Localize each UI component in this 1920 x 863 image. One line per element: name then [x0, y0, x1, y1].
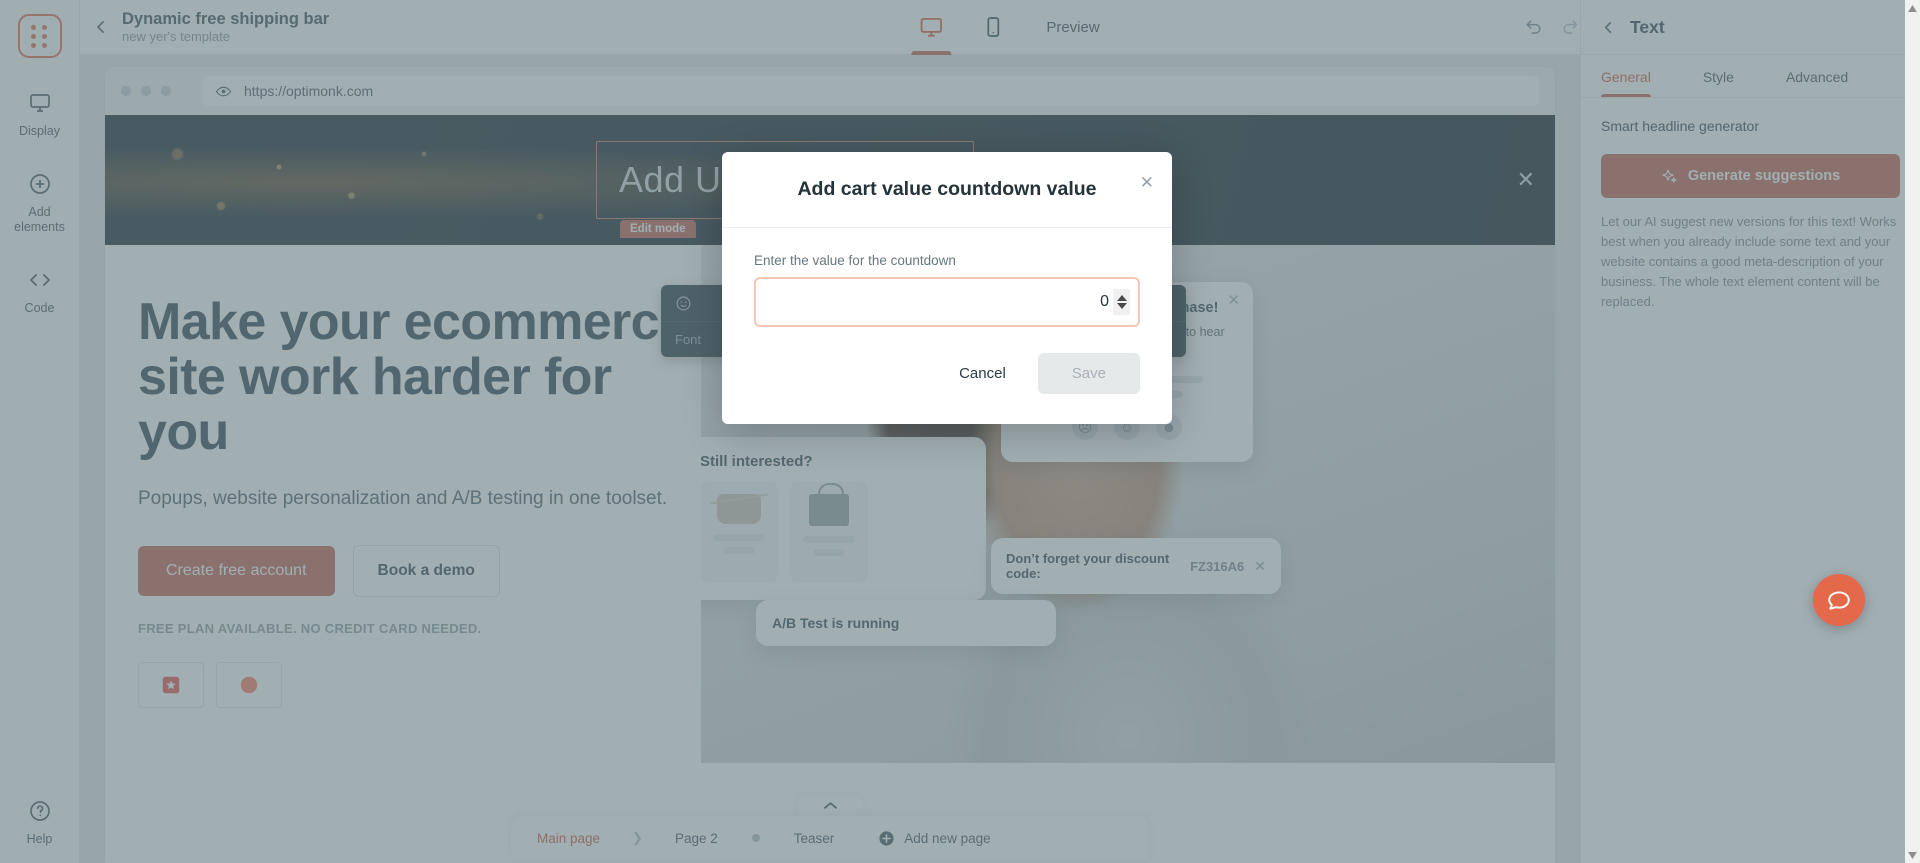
quantity-stepper[interactable] [1113, 289, 1130, 315]
modal-body: Enter the value for the countdown [722, 228, 1172, 327]
spinner-up-icon[interactable] [1116, 295, 1127, 301]
modal-title: Add cart value countdown value [797, 178, 1097, 200]
editor-app: Display Add elements Code [0, 0, 1920, 863]
close-icon[interactable]: ✕ [1140, 174, 1154, 191]
modal-cancel-button[interactable]: Cancel [941, 354, 1024, 393]
modal-save-button[interactable]: Save [1037, 353, 1140, 394]
add-cart-value-countdown-modal: Add cart value countdown value ✕ Enter t… [722, 152, 1172, 424]
triangle-up-icon[interactable] [1905, 0, 1920, 16]
chat-bubble-icon[interactable] [1813, 574, 1865, 626]
countdown-value-input[interactable] [770, 293, 1113, 311]
countdown-value-input-wrapper[interactable] [754, 277, 1140, 327]
spinner-down-icon[interactable] [1116, 303, 1127, 309]
triangle-down-icon[interactable] [1905, 847, 1920, 863]
page-scrollbar[interactable] [1905, 0, 1920, 863]
modal-backdrop[interactable] [0, 0, 1920, 863]
modal-header: Add cart value countdown value ✕ [722, 152, 1172, 228]
countdown-value-label: Enter the value for the countdown [754, 253, 956, 268]
modal-footer: Cancel Save [722, 327, 1172, 424]
